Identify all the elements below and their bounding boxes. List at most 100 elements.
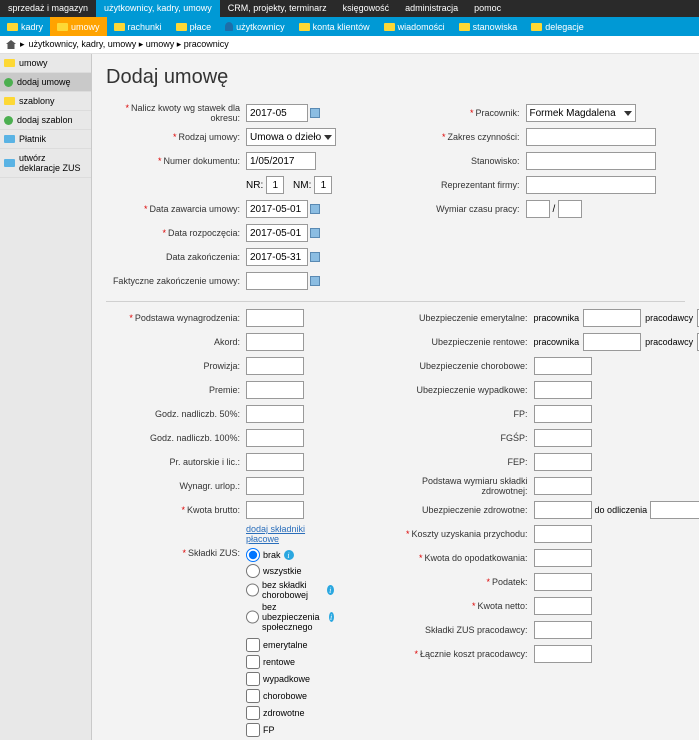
zus-prac-input[interactable] xyxy=(534,621,592,639)
rozp-label: Data rozpoczęcia: xyxy=(106,228,246,238)
top-nav: sprzedaż i magazynużytkownicy, kadry, um… xyxy=(0,0,699,17)
info-icon[interactable]: i xyxy=(329,612,334,622)
sidebar-item[interactable]: umowy xyxy=(0,54,91,73)
wyp-input[interactable] xyxy=(534,381,592,399)
zak-input[interactable] xyxy=(246,248,308,266)
calendar-icon[interactable] xyxy=(310,108,320,118)
zus-checkbox[interactable] xyxy=(246,723,260,737)
folder-icon xyxy=(176,23,187,31)
sidebar-item-label: Płatnik xyxy=(19,134,46,144)
pracownik-select[interactable]: Formek Magdalena xyxy=(526,104,636,122)
laczny-input[interactable] xyxy=(534,645,592,663)
akord-input[interactable] xyxy=(246,333,304,351)
sidebar-item[interactable]: Płatnik xyxy=(0,130,91,149)
zus-radio[interactable] xyxy=(246,548,260,562)
fgsp-input[interactable] xyxy=(534,429,592,447)
subnav-tab[interactable]: umowy xyxy=(50,17,107,36)
subnav-tab[interactable]: wiadomości xyxy=(377,17,452,36)
g100-input[interactable] xyxy=(246,429,304,447)
netto-input[interactable] xyxy=(534,597,592,615)
zakres-input[interactable] xyxy=(526,128,656,146)
folder-icon xyxy=(7,23,18,31)
subnav-tab[interactable]: rachunki xyxy=(107,17,169,36)
uz-input[interactable] xyxy=(534,501,592,519)
brutto-input[interactable] xyxy=(246,501,304,519)
stanowisko-label: Stanowisko: xyxy=(416,156,526,166)
subnav-tab[interactable]: płace xyxy=(169,17,219,36)
pwsz-input[interactable] xyxy=(534,477,592,495)
subnav-tab[interactable]: delegacje xyxy=(524,17,591,36)
wymiar-a-input[interactable] xyxy=(526,200,550,218)
rozp-input[interactable] xyxy=(246,224,308,242)
sidebar-item-label: dodaj szablon xyxy=(17,115,73,125)
calendar-icon[interactable] xyxy=(310,228,320,238)
chevron-down-icon xyxy=(624,111,632,116)
zus-checkbox[interactable] xyxy=(246,672,260,686)
subnav-tab[interactable]: stanowiska xyxy=(452,17,525,36)
rodzaj-select[interactable]: Umowa o dzieło xyxy=(246,128,336,146)
home-icon[interactable] xyxy=(6,40,16,49)
sidebar-item-label: dodaj umowę xyxy=(17,77,71,87)
okres-input[interactable] xyxy=(246,104,308,122)
podstawa-input[interactable] xyxy=(246,309,304,327)
zus-checkbox[interactable] xyxy=(246,706,260,720)
fp-input[interactable] xyxy=(534,405,592,423)
topnav-item[interactable]: księgowość xyxy=(335,0,398,17)
folder-icon xyxy=(114,23,125,31)
numer-input[interactable] xyxy=(246,152,316,170)
stanowisko-input[interactable] xyxy=(526,152,656,170)
prawa-input[interactable] xyxy=(246,453,304,471)
info-icon[interactable]: i xyxy=(284,550,294,560)
zus-radio[interactable] xyxy=(246,564,260,578)
nm-input[interactable] xyxy=(314,176,332,194)
calendar-icon[interactable] xyxy=(310,276,320,286)
fep-input[interactable] xyxy=(534,453,592,471)
zus-radio[interactable] xyxy=(246,583,259,597)
zus-checkbox[interactable] xyxy=(246,638,260,652)
wynurlop-input[interactable] xyxy=(246,477,304,495)
fakt-input[interactable] xyxy=(246,272,308,290)
subnav-tab[interactable]: użytkownicy xyxy=(218,17,292,36)
sidebar-item[interactable]: dodaj szablon xyxy=(0,111,91,130)
wymiar-b-input[interactable] xyxy=(558,200,582,218)
chevron-down-icon xyxy=(324,135,332,140)
g50-input[interactable] xyxy=(246,405,304,423)
topnav-item[interactable]: CRM, projekty, terminarz xyxy=(220,0,335,17)
folder-icon xyxy=(4,97,15,105)
sidebar-item[interactable]: utwórz deklaracje ZUS xyxy=(0,149,91,178)
subnav-tab[interactable]: konta klientów xyxy=(292,17,377,36)
okres-label: Nalicz kwoty wg stawek dla okresu: xyxy=(106,103,246,123)
rent-pracownika-input[interactable] xyxy=(583,333,641,351)
podatek-input[interactable] xyxy=(534,573,592,591)
kup-res-input[interactable] xyxy=(534,525,592,543)
opodat-input[interactable] xyxy=(534,549,592,567)
nr-input[interactable] xyxy=(266,176,284,194)
zus-radio[interactable] xyxy=(246,610,259,624)
prowizja-input[interactable] xyxy=(246,357,304,375)
calendar-icon[interactable] xyxy=(310,204,320,214)
info-icon[interactable]: i xyxy=(327,585,334,595)
calendar-icon[interactable] xyxy=(310,252,320,262)
folder-icon xyxy=(57,23,68,31)
topnav-item[interactable]: sprzedaż i magazyn xyxy=(0,0,96,17)
blue-icon xyxy=(4,135,15,143)
uz-odlicz-input[interactable] xyxy=(650,501,699,519)
zawarcia-label: Data zawarcia umowy: xyxy=(106,204,246,214)
zus-checkbox[interactable] xyxy=(246,655,260,669)
folder-icon xyxy=(531,23,542,31)
zus-checkbox[interactable] xyxy=(246,689,260,703)
reprezentant-input[interactable] xyxy=(526,176,656,194)
topnav-item[interactable]: pomoc xyxy=(466,0,509,17)
folder-icon xyxy=(384,23,395,31)
zawarcia-input[interactable] xyxy=(246,200,308,218)
topnav-item[interactable]: administracja xyxy=(397,0,466,17)
subnav-tab[interactable]: kadry xyxy=(0,17,50,36)
main-panel: Dodaj umowę Nalicz kwoty wg stawek dla o… xyxy=(92,54,699,740)
chor-input[interactable] xyxy=(534,357,592,375)
sidebar-item[interactable]: szablony xyxy=(0,92,91,111)
topnav-item[interactable]: użytkownicy, kadry, umowy xyxy=(96,0,220,17)
add-components-link[interactable]: dodaj składniki płacowe xyxy=(246,524,334,544)
sidebar-item[interactable]: dodaj umowę xyxy=(0,73,91,92)
emer-pracownika-input[interactable] xyxy=(583,309,641,327)
premie-input[interactable] xyxy=(246,381,304,399)
